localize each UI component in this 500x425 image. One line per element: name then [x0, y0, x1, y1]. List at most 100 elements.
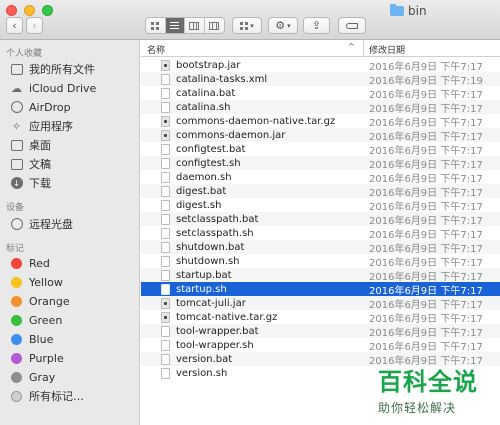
view-mode-control[interactable]	[145, 17, 225, 34]
share-button[interactable]: ⇪	[303, 17, 330, 34]
sidebar-item-all-files[interactable]: 我的所有文件	[10, 60, 95, 78]
sidebar-item-label: Purple	[29, 351, 64, 365]
file-row[interactable]: catalina-tasks.xml 2016年6月9日 下午7:19	[141, 72, 500, 87]
download-icon: ↓	[10, 177, 23, 190]
icon-view-icon	[151, 21, 160, 30]
file-name: startup.sh	[176, 283, 227, 295]
sidebar-all-tags[interactable]: 所有标记…	[10, 387, 84, 405]
archive-file-icon	[161, 59, 170, 71]
sidebar-tag-purple[interactable]: Purple	[10, 349, 64, 367]
file-name: bootstrap.jar	[176, 59, 241, 71]
file-row[interactable]: startup.sh 2016年6月9日 下午7:17	[141, 282, 500, 297]
sidebar-item-label: 文稿	[29, 158, 51, 171]
list-view-icon	[170, 21, 180, 30]
sidebar-item-applications[interactable]: ✧ 应用程序	[10, 117, 73, 135]
document-file-icon	[161, 283, 170, 295]
file-row[interactable]: catalina.sh 2016年6月9日 下午7:17	[141, 100, 500, 115]
sort-ascending-icon: ^	[348, 42, 355, 51]
sidebar-item-icloud[interactable]: ☁ iCloud Drive	[10, 79, 96, 97]
sidebar-item-label: iCloud Drive	[29, 81, 97, 95]
window-title: bin	[390, 4, 427, 18]
list-view-button[interactable]	[165, 18, 185, 33]
column-header: 名称 ^ 修改日期	[141, 40, 500, 57]
file-row[interactable]: shutdown.sh 2016年6月9日 下午7:17	[141, 254, 500, 269]
sidebar-item-label: 远程光盘	[29, 218, 73, 231]
sidebar-tag-green[interactable]: Green	[10, 311, 62, 329]
action-button[interactable]: ⚙ ▾	[268, 17, 298, 34]
sidebar-item-airdrop[interactable]: AirDrop	[10, 98, 71, 116]
file-modified-date: 2016年6月9日 下午7:17	[369, 299, 483, 311]
file-name: configtest.sh	[176, 157, 241, 169]
sidebar-tag-orange[interactable]: Orange	[10, 292, 70, 310]
file-modified-date: 2016年6月9日 下午7:17	[369, 187, 483, 199]
sidebar-tag-yellow[interactable]: Yellow	[10, 273, 63, 291]
chevron-down-icon: ▾	[287, 21, 291, 30]
file-row[interactable]: digest.bat 2016年6月9日 下午7:17	[141, 184, 500, 199]
column-divider[interactable]	[363, 40, 364, 57]
column-view-button[interactable]	[185, 18, 205, 33]
file-modified-date: 2016年6月9日 下午7:17	[369, 341, 483, 353]
file-row[interactable]: setclasspath.bat 2016年6月9日 下午7:17	[141, 212, 500, 227]
tag-color-dot	[11, 333, 22, 345]
forward-button[interactable]: ›	[26, 17, 43, 34]
file-row[interactable]: tool-wrapper.sh 2016年6月9日 下午7:17	[141, 338, 500, 353]
file-row[interactable]: version.sh	[141, 366, 500, 380]
cover-flow-button[interactable]	[205, 18, 224, 33]
file-modified-date: 2016年6月9日 下午7:17	[369, 355, 483, 367]
arrange-button[interactable]: ▾	[232, 17, 262, 34]
sidebar-item-downloads[interactable]: ↓ 下载	[10, 174, 51, 192]
sidebar-tag-gray[interactable]: Gray	[10, 368, 55, 386]
file-name: tool-wrapper.sh	[176, 339, 254, 351]
minimize-window-button[interactable]	[24, 5, 35, 16]
file-row[interactable]: catalina.bat 2016年6月9日 下午7:17	[141, 86, 500, 101]
tags-heading: 标记	[6, 244, 25, 254]
file-name: shutdown.bat	[176, 241, 245, 253]
file-modified-date: 2016年6月9日 下午7:17	[369, 243, 483, 255]
file-row[interactable]: setclasspath.sh 2016年6月9日 下午7:17	[141, 226, 500, 241]
sidebar: 个人收藏 我的所有文件 ☁ iCloud Drive AirDrop ✧ 应用程…	[0, 40, 140, 425]
file-row[interactable]: tool-wrapper.bat 2016年6月9日 下午7:17	[141, 324, 500, 339]
document-file-icon	[161, 325, 170, 337]
sidebar-tag-blue[interactable]: Blue	[10, 330, 53, 348]
sidebar-item-label: AirDrop	[29, 100, 71, 114]
file-name: catalina-tasks.xml	[176, 73, 268, 85]
sidebar-item-label: Orange	[29, 294, 70, 308]
document-file-icon	[161, 101, 170, 113]
sidebar-item-documents[interactable]: 文稿	[10, 155, 51, 173]
file-row[interactable]: version.bat 2016年6月9日 下午7:17	[141, 352, 500, 367]
back-button[interactable]: ‹	[6, 17, 23, 34]
sidebar-item-desktop[interactable]: 桌面	[10, 136, 51, 154]
finder-toolbar: bin ‹ › ▾ ⚙ ▾ ⇪	[0, 0, 500, 40]
column-name-header[interactable]: 名称	[147, 43, 165, 56]
file-row[interactable]: shutdown.bat 2016年6月9日 下午7:17	[141, 240, 500, 255]
close-window-button[interactable]	[6, 5, 17, 16]
file-name: digest.bat	[176, 185, 227, 197]
tag-button[interactable]	[338, 17, 366, 34]
file-row[interactable]: startup.bat 2016年6月9日 下午7:17	[141, 268, 500, 283]
file-row[interactable]: tomcat-juli.jar 2016年6月9日 下午7:17	[141, 296, 500, 311]
window-title-label: bin	[408, 4, 427, 18]
file-name: setclasspath.bat	[176, 213, 259, 225]
document-file-icon	[161, 185, 170, 197]
sidebar-item-label: Gray	[29, 370, 56, 384]
sidebar-item-label: 应用程序	[29, 120, 73, 133]
file-row[interactable]: commons-daemon-native.tar.gz 2016年6月9日 下午…	[141, 114, 500, 129]
column-date-header[interactable]: 修改日期	[369, 43, 405, 56]
file-row[interactable]: digest.sh 2016年6月9日 下午7:17	[141, 198, 500, 213]
file-row[interactable]: daemon.sh 2016年6月9日 下午7:17	[141, 170, 500, 185]
file-row[interactable]: bootstrap.jar 2016年6月9日 下午7:17	[141, 58, 500, 73]
sidebar-item-label: Yellow	[29, 275, 63, 289]
file-row[interactable]: configtest.bat 2016年6月9日 下午7:17	[141, 142, 500, 157]
zoom-window-button[interactable]	[42, 5, 53, 16]
file-row[interactable]: configtest.sh 2016年6月9日 下午7:17	[141, 156, 500, 171]
file-row[interactable]: tomcat-native.tar.gz 2016年6月9日 下午7:17	[141, 310, 500, 325]
sidebar-item-remote-disc[interactable]: 远程光盘	[10, 215, 73, 233]
file-row[interactable]: commons-daemon.jar 2016年6月9日 下午7:17	[141, 128, 500, 143]
documents-icon	[10, 158, 23, 171]
file-list: 名称 ^ 修改日期 bootstrap.jar 2016年6月9日 下午7:17 c…	[141, 40, 500, 425]
icon-view-button[interactable]	[146, 18, 166, 33]
sidebar-tag-red[interactable]: Red	[10, 254, 50, 272]
file-name: commons-daemon.jar	[176, 129, 286, 141]
chevron-down-icon: ▾	[250, 21, 254, 30]
file-modified-date: 2016年6月9日 下午7:17	[369, 201, 483, 213]
